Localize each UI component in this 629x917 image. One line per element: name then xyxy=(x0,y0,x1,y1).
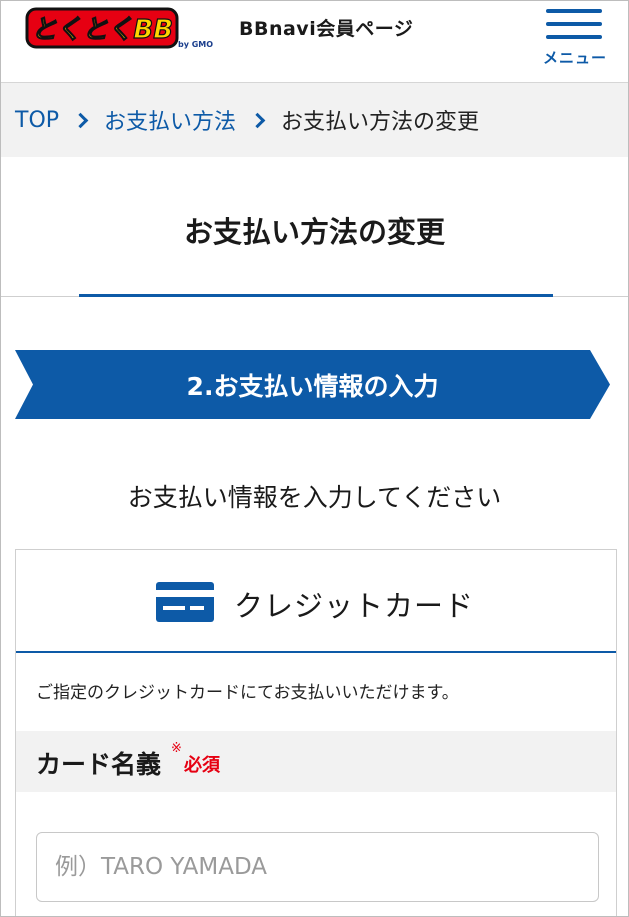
credit-card-title: クレジットカード xyxy=(234,589,475,623)
page-title: お支払い方法の変更 xyxy=(183,215,445,249)
credit-card-panel-header: クレジットカード xyxy=(16,550,616,653)
credit-card-icon xyxy=(156,582,214,622)
breadcrumb-payment-method-link[interactable]: お支払い方法 xyxy=(104,104,236,136)
main-content: 2.お支払い情報の入力 お支払い情報を入力してください クレジットカード ご指定… xyxy=(1,298,628,916)
breadcrumb: TOP お支払い方法 お支払い方法の変更 xyxy=(1,83,628,157)
required-badge: 必須 xyxy=(184,755,220,776)
site-title: BBnavi会員ページ xyxy=(239,18,414,40)
tokutoku-bb-logo[interactable]: とくとくBB by GMO xyxy=(25,7,215,51)
breadcrumb-top-link[interactable]: TOP xyxy=(15,108,59,133)
site-header: とくとくBB by GMO BBnavi会員ページ メニュー xyxy=(1,1,628,83)
chevron-right-icon xyxy=(72,112,89,128)
menu-button[interactable]: メニュー xyxy=(537,9,613,75)
logo-by-text: by GMO xyxy=(178,40,213,49)
card-holder-label: カード名義 xyxy=(36,750,162,779)
page-title-section: お支払い方法の変更 xyxy=(1,157,628,297)
card-holder-name-input[interactable] xyxy=(36,832,599,902)
instruction-text: お支払い情報を入力してください xyxy=(127,483,502,512)
step-banner: 2.お支払い情報の入力 xyxy=(15,350,610,419)
credit-card-panel: クレジットカード ご指定のクレジットカードにてお支払いいただけます。 カード名義… xyxy=(15,549,617,916)
card-holder-field-header: カード名義 ※ 必須 xyxy=(16,731,616,792)
page-frame: とくとくBB by GMO BBnavi会員ページ メニュー TOP お支払い方… xyxy=(0,0,629,917)
menu-label: メニュー xyxy=(542,49,607,67)
title-underline xyxy=(79,294,553,297)
credit-card-note: ご指定のクレジットカードにてお支払いいただけます。 xyxy=(36,683,459,703)
step-label: 2.お支払い情報の入力 xyxy=(186,372,439,401)
breadcrumb-current: お支払い方法の変更 xyxy=(281,110,480,135)
chevron-right-icon xyxy=(249,112,266,128)
required-mark: ※ xyxy=(171,741,182,756)
logo-text: とくとくBB xyxy=(31,15,173,45)
